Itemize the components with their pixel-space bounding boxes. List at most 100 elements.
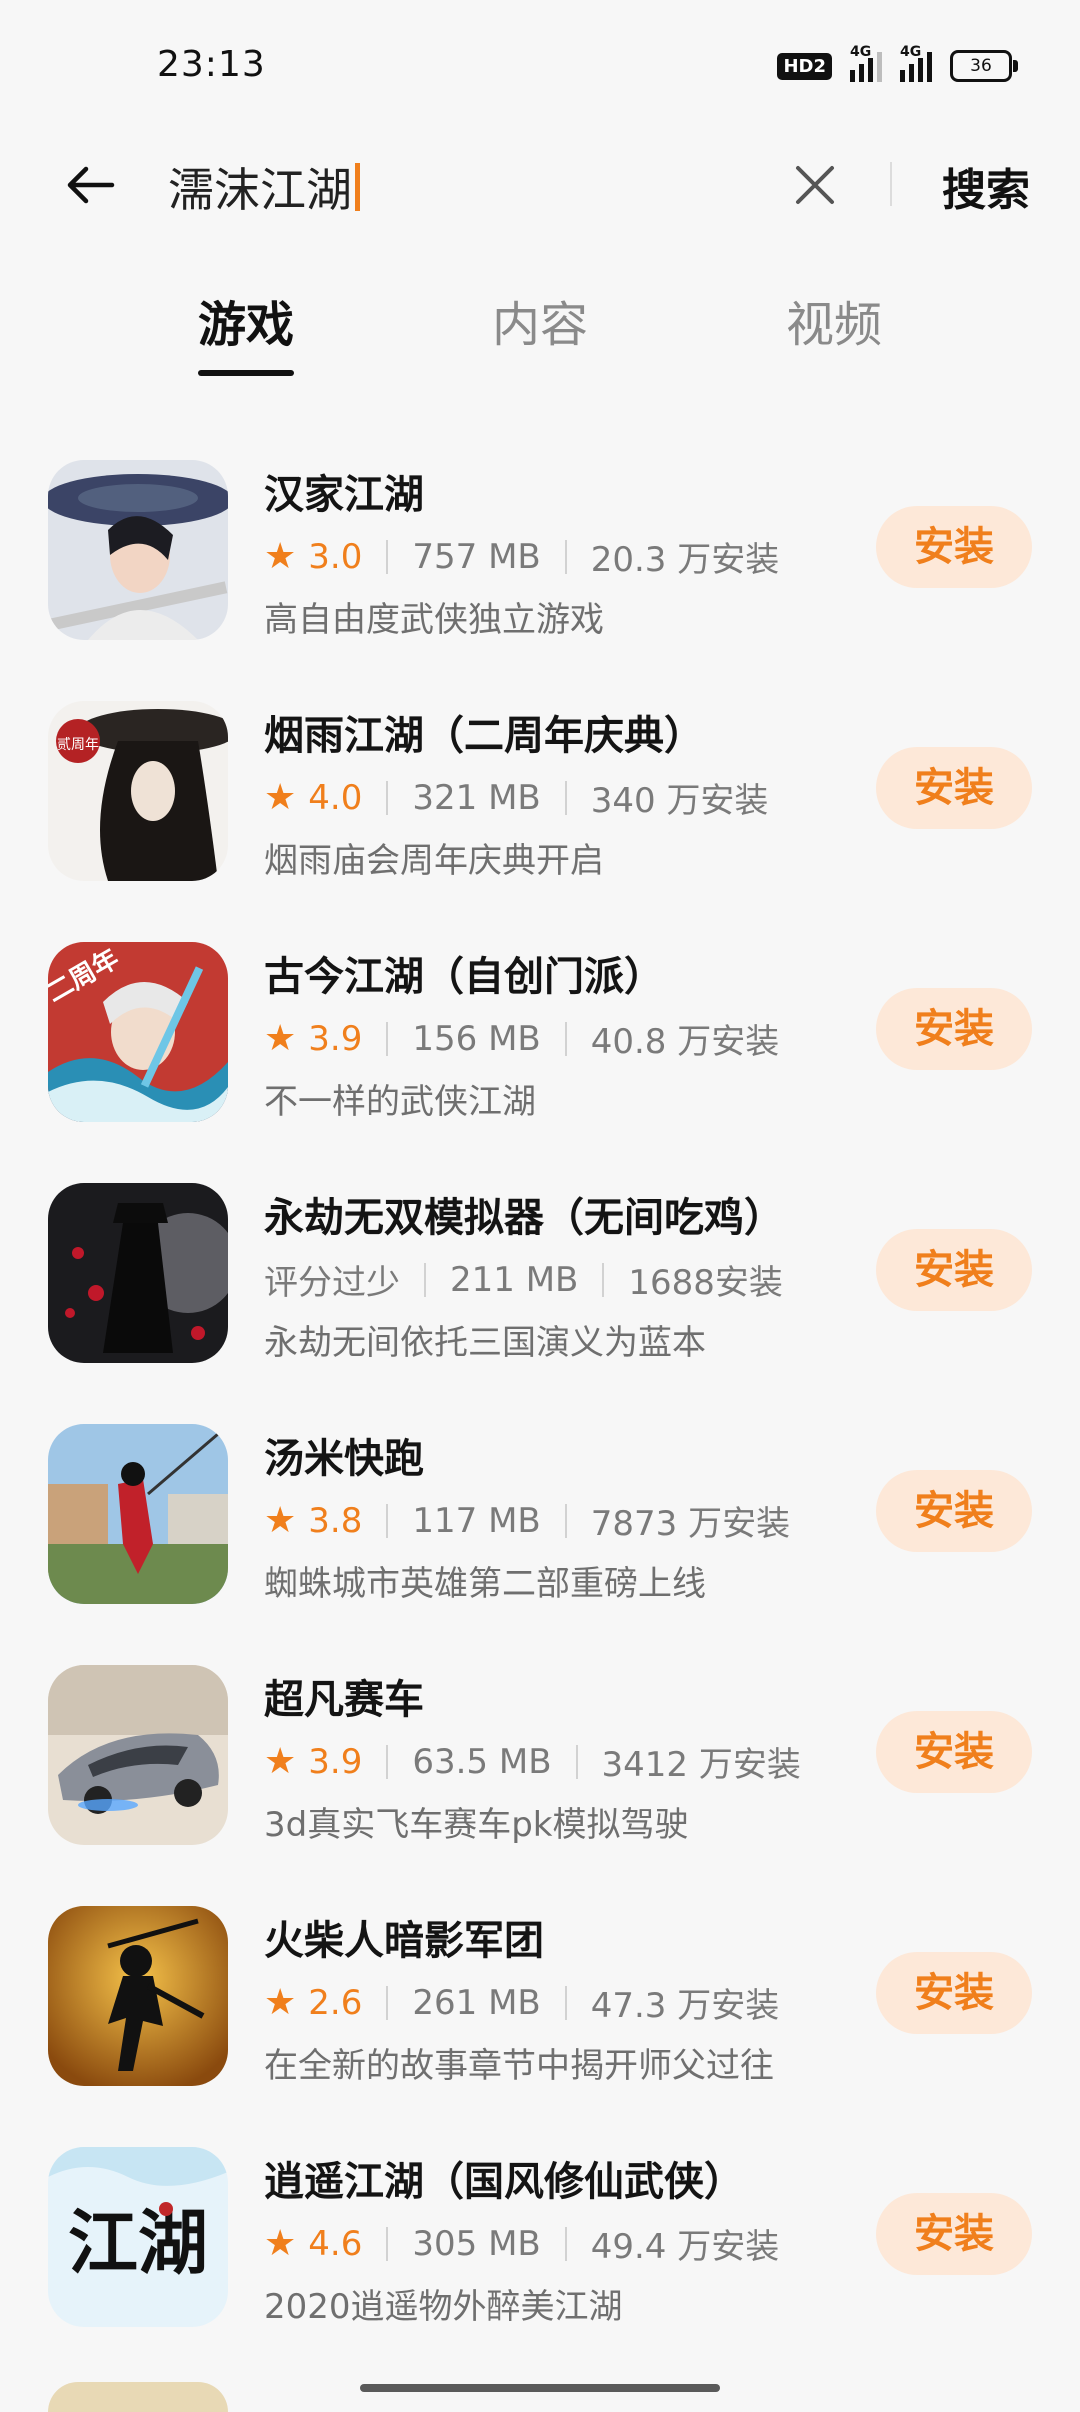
list-item[interactable]: 江湖 逍遥江湖（国风修仙武侠） ★ 4.6 305 MB 49.4 万安装 20… [0,2127,1080,2368]
app-rating: 3.9 [308,1741,363,1782]
app-name: 逍遥江湖（国风修仙武侠） [264,2159,744,2205]
meta-separator [386,2226,389,2261]
app-icon[interactable] [48,460,228,640]
app-rating: 3.9 [308,1018,363,1059]
battery-icon: 36 [950,50,1018,82]
app-icon[interactable]: 江湖 [48,2147,228,2327]
search-input[interactable]: 濡沫江湖 [168,154,360,220]
app-installs: 20.3 万安装 [590,540,780,580]
search-button[interactable]: 搜索 [942,154,1030,218]
meta-separator [386,1744,389,1779]
icon-calligraphy-text: 江湖 [68,2201,208,2284]
tab-videos[interactable]: 视频 [786,285,882,355]
meta-separator [564,1503,567,1538]
app-size: 211 MB [450,1259,579,1300]
meta-separator [564,1021,567,1056]
app-size: 305 MB [412,2223,541,2264]
app-size: 757 MB [412,536,541,577]
app-description: 2020逍遥物外醉美江湖 [264,2287,623,2327]
signal-network-label-2: 4G [900,44,922,60]
icon-anniversary-text: 贰周年 [57,736,99,753]
app-rating: 2.6 [308,1982,363,2023]
app-icon[interactable] [48,1906,228,2086]
star-icon: ★ [264,777,297,818]
install-button[interactable]: 安装 [876,988,1032,1070]
list-item[interactable]: 二周年 古今江湖（自创门派） ★ 3.9 156 MB 40.8 万安装 不一样… [0,922,1080,1163]
app-meta: ★ 4.6 305 MB 49.4 万安装 [264,2219,779,2268]
app-rating: 3.8 [308,1500,363,1541]
list-item[interactable]: 贰周年 烟雨江湖（二周年庆典） ★ 4.0 321 MB 340 万安装 烟雨庙… [0,681,1080,922]
app-rating: 4.0 [308,777,363,818]
app-icon[interactable] [48,1424,228,1604]
tab-games[interactable]: 游戏 [198,285,294,355]
app-icon[interactable]: 贰周年 [48,701,228,881]
app-installs: 40.8 万安装 [590,1022,780,1062]
app-list: 汉家江湖 ★ 3.0 757 MB 20.3 万安装 高自由度武侠独立游戏 安装… [0,440,1080,2368]
star-icon: ★ [264,1018,297,1059]
list-item[interactable]: 火柴人暗影军团 ★ 2.6 261 MB 47.3 万安装 在全新的故事章节中揭… [0,1886,1080,2127]
app-size: 261 MB [412,1982,541,2023]
install-button[interactable]: 安装 [876,2193,1032,2275]
hd-icon: HD2 [777,52,832,80]
list-item[interactable]: 超凡赛车 ★ 3.9 63.5 MB 3412 万安装 3d真实飞车赛车pk模拟… [0,1645,1080,1886]
install-button[interactable]: 安装 [876,506,1032,588]
meta-separator [386,539,389,574]
meta-separator [575,1744,578,1779]
app-description: 永劫无间依托三国演义为蓝本 [264,1323,706,1363]
install-button[interactable]: 安装 [876,1470,1032,1552]
app-size: 63.5 MB [412,1741,552,1782]
install-button[interactable]: 安装 [876,747,1032,829]
app-name: 汉家江湖 [264,472,424,518]
app-installs: 1688安装 [628,1263,783,1303]
list-item[interactable]: 永劫无双模拟器（无间吃鸡） 评分过少 211 MB 1688安装 永劫无间依托三… [0,1163,1080,1404]
app-description: 烟雨庙会周年庆典开启 [264,841,604,881]
search-query: 濡沫江湖 [168,163,352,217]
app-rating-text: 评分过少 [264,1263,400,1303]
app-name: 烟雨江湖（二周年庆典） [264,713,704,759]
meta-separator [386,1021,389,1056]
back-arrow-icon[interactable] [62,160,118,210]
app-description: 蜘蛛城市英雄第二部重磅上线 [264,1564,706,1604]
install-button[interactable]: 安装 [876,1952,1032,2034]
app-meta: ★ 3.9 156 MB 40.8 万安装 [264,1014,779,1063]
app-icon[interactable] [48,1665,228,1845]
text-caret [355,163,360,211]
search-divider [890,162,892,206]
signal-icon: 4G [850,44,882,82]
app-installs: 7873 万安装 [590,1504,791,1544]
meta-separator [564,2226,567,2261]
app-description: 3d真实飞车赛车pk模拟驾驶 [264,1805,689,1845]
status-icons: HD2 4G 4G 36 [777,44,1018,82]
star-icon: ★ [264,1500,297,1541]
app-name: 超凡赛车 [264,1677,424,1723]
tab-content[interactable]: 内容 [492,285,588,355]
app-description: 不一样的武侠江湖 [264,1082,536,1122]
app-icon[interactable] [48,1183,228,1363]
clear-icon[interactable] [790,160,840,210]
install-button[interactable]: 安装 [876,1711,1032,1793]
app-description: 在全新的故事章节中揭开师父过往 [264,2046,774,2086]
list-item[interactable]: 汤米快跑 ★ 3.8 117 MB 7873 万安装 蜘蛛城市英雄第二部重磅上线… [0,1404,1080,1645]
meta-separator [386,1985,389,2020]
app-name: 汤米快跑 [264,1436,424,1482]
signal-network-label: 4G [850,44,872,60]
meta-separator [564,1985,567,2020]
app-installs: 49.4 万安装 [590,2227,780,2267]
status-time: 23:13 [157,44,266,85]
app-icon[interactable]: 二周年 [48,942,228,1122]
app-meta: ★ 2.6 261 MB 47.3 万安装 [264,1978,779,2027]
install-button[interactable]: 安装 [876,1229,1032,1311]
meta-separator [424,1262,426,1297]
home-indicator[interactable] [360,2384,720,2392]
signal-icon-2: 4G [900,44,932,82]
app-size: 117 MB [412,1500,541,1541]
app-meta: ★ 4.0 321 MB 340 万安装 [264,773,768,822]
app-installs: 340 万安装 [590,781,769,821]
star-icon: ★ [264,536,297,577]
app-meta: ★ 3.0 757 MB 20.3 万安装 [264,532,779,581]
list-item[interactable]: 汉家江湖 ★ 3.0 757 MB 20.3 万安装 高自由度武侠独立游戏 安装 [0,440,1080,681]
app-size: 156 MB [412,1018,541,1059]
active-tab-indicator [198,370,294,376]
partial-app-icon [48,2382,228,2412]
app-installs: 47.3 万安装 [590,1986,780,2026]
